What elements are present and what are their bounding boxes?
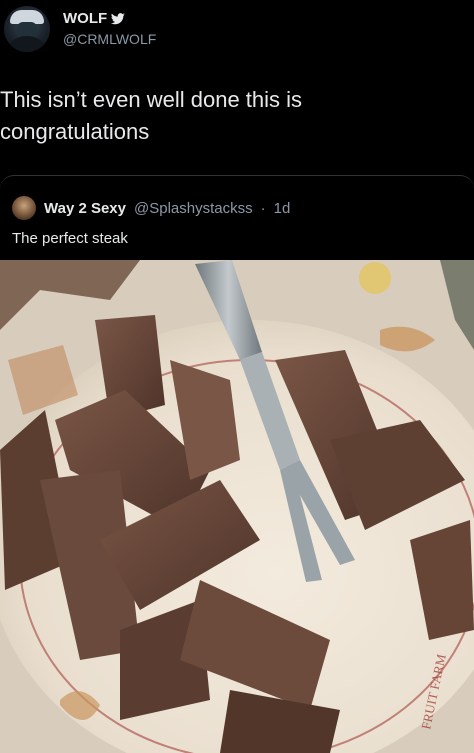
quote-author-name[interactable]: Way 2 Sexy [44,200,126,217]
quote-timestamp[interactable]: 1d [274,200,291,217]
author-avatar[interactable] [4,6,50,52]
avatar-shoulders [6,36,48,52]
tweet-text: This isn’t even well done this is congra… [0,84,470,148]
tweet-text-line-1: This isn’t even well done this is [0,87,303,112]
quote-tweet[interactable]: Way 2 Sexy @Splashystackss · 1d The perf… [0,175,474,753]
author-handle[interactable]: @CRMLWOLF [63,31,156,47]
quote-separator: · [260,199,266,217]
quote-author-avatar[interactable] [12,196,36,220]
author-name[interactable]: WOLF [63,10,125,27]
bird-icon [111,12,125,24]
author-name-text: WOLF [63,10,108,27]
quote-author-handle[interactable]: @Splashystackss [134,200,253,217]
tweet-text-line-2: congratulations [0,119,150,144]
quote-header: Way 2 Sexy @Splashystackss · 1d [12,196,290,220]
flower-decoration [359,262,391,294]
steak-photo[interactable]: FRUIT FARM [0,260,474,753]
tweet: WOLF @CRMLWOLF This isn’t even well done… [0,0,474,753]
quote-text: The perfect steak [12,230,128,247]
tweet-header: WOLF @CRMLWOLF [0,0,474,60]
